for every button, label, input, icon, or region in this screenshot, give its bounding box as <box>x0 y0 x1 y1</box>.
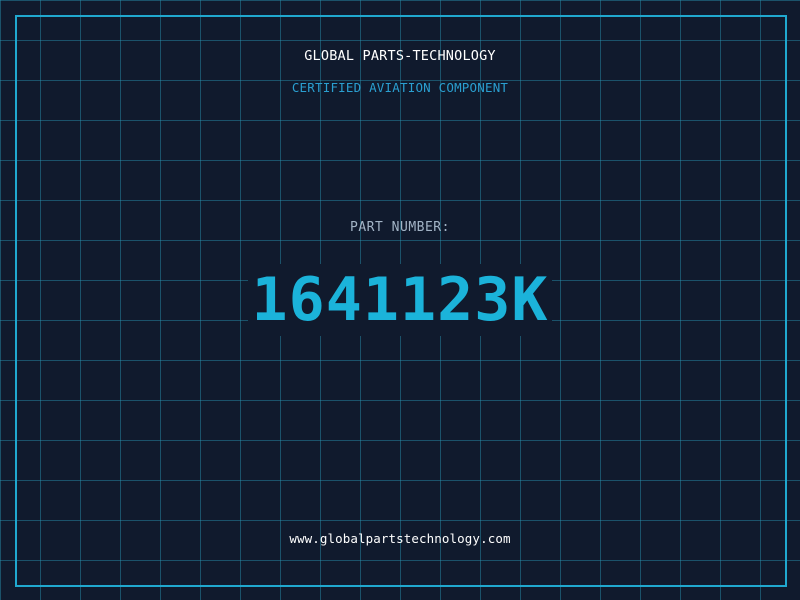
part-number-container: 1641123K <box>0 264 800 336</box>
certification-subtitle: CERTIFIED AVIATION COMPONENT <box>291 80 509 95</box>
label-canvas: GLOBAL PARTS-TECHNOLOGY CERTIFIED AVIATI… <box>0 0 800 600</box>
part-number-label: PART NUMBER: <box>350 220 450 235</box>
part-number-value: 1641123K <box>247 264 553 336</box>
website-url: www.globalpartstechnology.com <box>289 531 511 546</box>
company-name: GLOBAL PARTS-TECHNOLOGY <box>304 48 496 64</box>
